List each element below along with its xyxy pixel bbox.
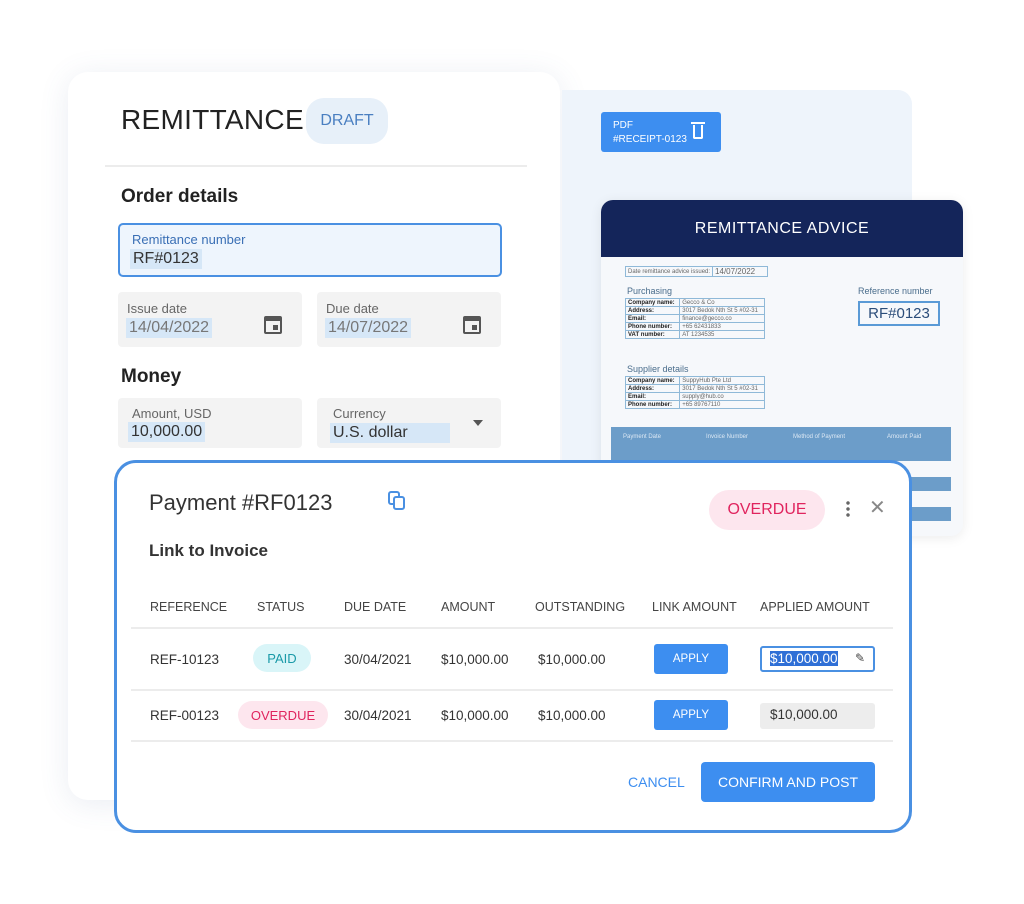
divider [105, 165, 527, 167]
amount-field[interactable]: Amount, USD 10,000.00 [118, 398, 302, 448]
divider [131, 627, 893, 629]
applied-amount-input[interactable]: $10,000.00 ✎ [760, 646, 875, 672]
edit-pencil-icon[interactable]: ✎ [855, 651, 865, 665]
confirm-and-post-button[interactable]: CONFIRM AND POST [701, 762, 875, 802]
table-stripe [911, 507, 951, 521]
date-issued-table: Date remittance advice issued: 14/07/2022 [624, 266, 769, 277]
column-header: APPLIED AMOUNT [760, 600, 870, 614]
applied-amount-input[interactable]: $10,000.00 [760, 703, 875, 729]
column-header: LINK AMOUNT [652, 600, 737, 614]
row-reference: REF-10123 [150, 652, 220, 667]
field-value: U.S. dollar [330, 423, 450, 443]
column-header: AMOUNT [441, 600, 496, 614]
payment-table-header: Payment Date Invoice Number Method of Pa… [611, 427, 951, 461]
column-header: REFERENCE [150, 600, 228, 614]
row-amount: $10,000.00 [441, 708, 509, 723]
field-label: Currency [333, 406, 386, 421]
row-outstanding: $10,000.00 [538, 708, 606, 723]
apply-button[interactable]: APPLY [654, 644, 728, 674]
issue-date-field[interactable]: Issue date 14/04/2022 [118, 292, 302, 347]
field-label: Remittance number [132, 232, 246, 247]
reference-label: Reference number [858, 286, 933, 296]
field-value: 10,000.00 [128, 422, 206, 442]
applied-amount-value: $10,000.00 [770, 651, 838, 666]
cancel-button[interactable]: CANCEL [628, 774, 685, 790]
field-value: RF#0123 [130, 249, 202, 269]
page-title: REMITTANCE [121, 104, 304, 135]
document-title: REMITTANCE ADVICE [601, 200, 963, 257]
purchasing-heading: Purchasing [627, 286, 673, 296]
overdue-badge: OVERDUE [709, 490, 825, 530]
row-due-date: 30/04/2021 [344, 708, 412, 723]
field-value: 14/07/2022 [325, 318, 412, 338]
divider [131, 689, 893, 691]
close-icon[interactable]: ✕ [869, 498, 886, 518]
supplier-table: Company name: SuppyHub Pte Ltd Address: 30… [624, 376, 765, 409]
column-header: OUTSTANDING [535, 600, 626, 614]
supplier-heading: Supplier details [627, 364, 689, 374]
payment-title: Payment #RF0123 [149, 490, 333, 515]
calendar-icon[interactable] [463, 316, 481, 334]
row-outstanding: $10,000.00 [538, 652, 606, 667]
field-value: 14/04/2022 [126, 318, 213, 338]
column-header: DUE DATE [344, 600, 407, 614]
link-to-invoice-heading: Link to Invoice [149, 541, 269, 560]
trash-icon[interactable] [691, 122, 705, 139]
dropdown-arrow-icon [473, 420, 483, 431]
currency-select[interactable]: Currency U.S. dollar [317, 398, 501, 448]
column-header: STATUS [257, 600, 305, 614]
money-heading: Money [121, 366, 182, 387]
calendar-icon[interactable] [264, 316, 282, 334]
paid-badge: PAID [253, 644, 311, 672]
field-label: Due date [326, 301, 379, 316]
field-label: Amount, USD [132, 406, 212, 421]
field-label: Issue date [127, 301, 187, 316]
purchasing-table: Company name: Gecco & Co Address: 3017 Bed… [624, 298, 765, 339]
draft-badge: DRAFT [306, 98, 388, 144]
overdue-badge: OVERDUE [238, 701, 328, 729]
due-date-field[interactable]: Due date 14/07/2022 [317, 292, 501, 347]
copy-icon-front[interactable] [393, 496, 405, 510]
row-due-date: 30/04/2021 [344, 652, 412, 667]
divider [131, 740, 893, 742]
apply-button[interactable]: APPLY [654, 700, 728, 730]
order-details-heading: Order details [121, 186, 239, 207]
row-reference: REF-00123 [150, 708, 220, 723]
reference-number-box[interactable]: RF#0123 [858, 301, 940, 326]
row-amount: $10,000.00 [441, 652, 509, 667]
remittance-number-field[interactable]: Remittance number RF#0123 [118, 223, 502, 277]
pdf-attachment-button[interactable]: PDF #RECEIPT-0123 [601, 112, 721, 152]
more-options-icon[interactable] [846, 500, 850, 518]
table-stripe [911, 477, 951, 491]
